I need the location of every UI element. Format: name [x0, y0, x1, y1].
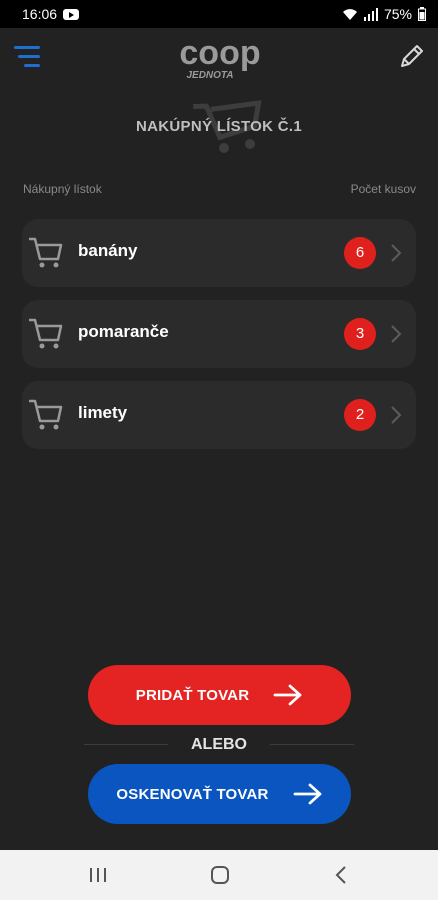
arrow-right-icon [273, 684, 302, 706]
signal-icon [363, 7, 378, 21]
item-name: pomaranče [78, 322, 169, 341]
pencil-icon[interactable] [398, 42, 426, 70]
list-item[interactable]: banány 6 [22, 219, 416, 287]
coop-logo: coop JEDNOTA [179, 34, 260, 81]
cart-icon [29, 399, 63, 430]
home-icon[interactable] [208, 863, 232, 887]
or-label: ALEBO [191, 736, 247, 753]
app-header: coop JEDNOTA [0, 28, 438, 84]
scan-item-label: OSKENOVAŤ TOVAR [116, 785, 269, 803]
item-count-badge: 6 [344, 237, 376, 269]
cart-icon [29, 318, 63, 349]
wifi-icon [342, 8, 357, 20]
add-item-button[interactable]: PRIDAŤ TOVAR [88, 665, 351, 725]
scan-item-button[interactable]: OSKENOVAŤ TOVAR [88, 764, 351, 824]
youtube-icon [63, 8, 80, 20]
item-name: limety [78, 403, 128, 422]
item-count-badge: 3 [344, 318, 376, 350]
back-icon[interactable] [330, 863, 354, 887]
menu-button[interactable] [14, 44, 42, 70]
chevron-right-icon [391, 325, 402, 343]
menu-icon [14, 46, 40, 49]
column-header-count: Počet kusov [350, 182, 416, 196]
item-count-badge: 2 [344, 399, 376, 431]
menu-icon-line [18, 55, 40, 58]
battery-icon [418, 7, 426, 21]
menu-icon-line [24, 64, 40, 67]
chevron-right-icon [391, 406, 402, 424]
add-item-label: PRIDAŤ TOVAR [135, 686, 250, 704]
chevron-right-icon [391, 244, 402, 262]
list-title: NAKÚPNÝ LÍSTOK Č.1 [136, 118, 302, 135]
column-header-list: Nákupný lístok [23, 182, 102, 196]
arrow-right-icon [293, 783, 321, 805]
cart-icon [29, 237, 63, 268]
logo-text: coop [179, 34, 260, 72]
item-name: banány [78, 241, 138, 260]
list-item[interactable]: limety 2 [22, 381, 416, 449]
battery-percent: 75% [383, 6, 412, 22]
status-bar: 16:06 75% [0, 0, 438, 28]
system-nav-bar [0, 850, 438, 900]
logo-subtext: JEDNOTA [186, 70, 233, 81]
status-time: 16:06 [22, 6, 58, 22]
list-item[interactable]: pomaranče 3 [22, 300, 416, 368]
recents-icon[interactable] [86, 863, 110, 887]
